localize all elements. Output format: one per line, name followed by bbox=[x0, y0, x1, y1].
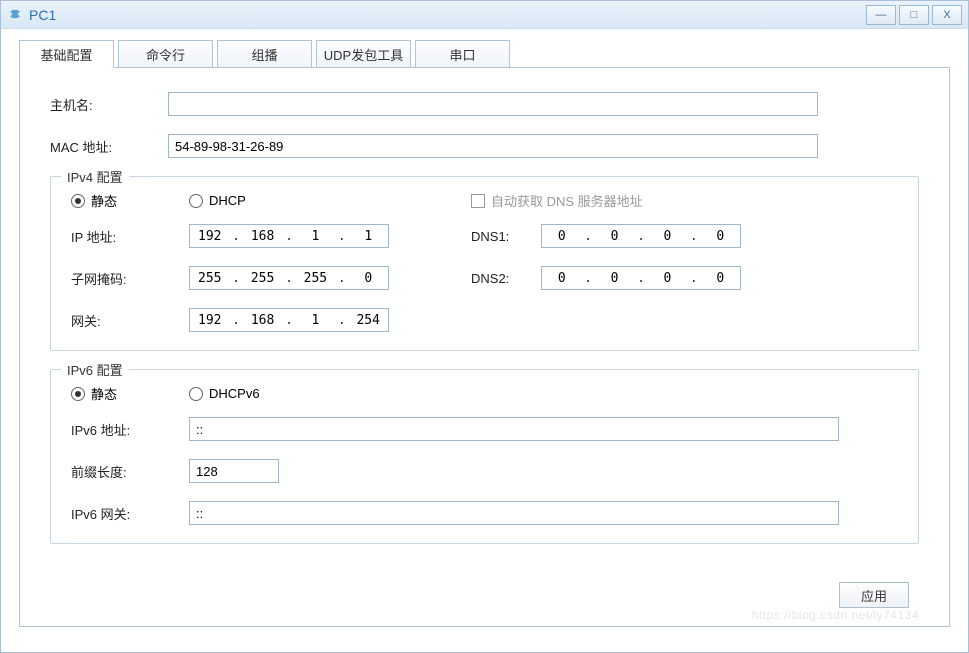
dns2-octet-1[interactable] bbox=[545, 271, 579, 286]
subnet-mask-input[interactable]: . . . bbox=[189, 266, 389, 290]
minimize-button[interactable]: — bbox=[866, 5, 896, 25]
tab-udp[interactable]: UDP发包工具 bbox=[316, 40, 411, 68]
ipv6-static-radio[interactable]: 静态 bbox=[71, 384, 189, 403]
ipv4-static-radio[interactable]: 静态 bbox=[71, 191, 189, 210]
window-title: PC1 bbox=[29, 7, 863, 23]
ipv4-right-col: DNS1: . . . DNS2: . bbox=[471, 224, 898, 336]
ipv4-grid: IP 地址: . . . 子网掩码: . bbox=[71, 224, 898, 336]
dns1-octet-1[interactable] bbox=[545, 229, 579, 244]
hostname-input[interactable] bbox=[168, 92, 818, 116]
tab-cmd[interactable]: 命令行 bbox=[118, 40, 213, 68]
mac-input[interactable] bbox=[168, 134, 818, 158]
gw-octet-4[interactable] bbox=[351, 313, 385, 328]
mac-row: MAC 地址: bbox=[50, 134, 919, 158]
dns1-octet-4[interactable] bbox=[703, 229, 737, 244]
hostname-row: 主机名: bbox=[50, 92, 919, 116]
close-button[interactable]: X bbox=[932, 5, 962, 25]
ipv4-dhcp-label: DHCP bbox=[209, 193, 246, 208]
gateway-input[interactable]: . . . bbox=[189, 308, 389, 332]
dns1-octet-2[interactable] bbox=[598, 229, 632, 244]
ip-address-input[interactable]: . . . bbox=[189, 224, 389, 248]
ip-octet-4[interactable] bbox=[351, 229, 385, 244]
ipv6-legend: IPv6 配置 bbox=[61, 360, 129, 379]
mask-octet-3[interactable] bbox=[298, 271, 332, 286]
mask-octet-2[interactable] bbox=[246, 271, 280, 286]
dns2-octet-3[interactable] bbox=[650, 271, 684, 286]
window-controls: — □ X bbox=[863, 5, 962, 25]
app-icon bbox=[7, 7, 23, 23]
mask-label: 子网掩码: bbox=[71, 269, 189, 288]
content-area: 基础配置 命令行 组播 UDP发包工具 串口 主机名: MAC 地址: IPv4… bbox=[1, 29, 968, 652]
tab-strip: 基础配置 命令行 组播 UDP发包工具 串口 bbox=[19, 39, 950, 67]
ipv4-fieldset: IPv4 配置 静态 DHCP 自动获取 DNS 服务器地址 bbox=[50, 176, 919, 351]
ipv4-legend: IPv4 配置 bbox=[61, 167, 129, 186]
auto-dns-checkbox[interactable]: 自动获取 DNS 服务器地址 bbox=[471, 191, 643, 210]
gateway-label: 网关: bbox=[71, 311, 189, 330]
ipv6-addr-label: IPv6 地址: bbox=[71, 420, 189, 439]
apply-button[interactable]: 应用 bbox=[839, 582, 909, 608]
tab-multicast[interactable]: 组播 bbox=[217, 40, 312, 68]
ipv4-mode-row: 静态 DHCP 自动获取 DNS 服务器地址 bbox=[71, 191, 898, 210]
basic-panel: 主机名: MAC 地址: IPv4 配置 静态 DHCP bbox=[19, 67, 950, 627]
ipv6-address-input[interactable] bbox=[189, 417, 839, 441]
radio-icon bbox=[189, 194, 203, 208]
titlebar: PC1 — □ X bbox=[1, 1, 968, 29]
hostname-label: 主机名: bbox=[50, 95, 168, 114]
ipv6-mode-row: 静态 DHCPv6 bbox=[71, 384, 898, 403]
mask-octet-1[interactable] bbox=[193, 271, 227, 286]
ipv4-left-col: IP 地址: . . . 子网掩码: . bbox=[71, 224, 471, 336]
dns2-label: DNS2: bbox=[471, 271, 541, 286]
dns1-octet-3[interactable] bbox=[650, 229, 684, 244]
radio-icon bbox=[71, 387, 85, 401]
app-window: PC1 — □ X 基础配置 命令行 组播 UDP发包工具 串口 主机名: MA… bbox=[0, 0, 969, 653]
dns2-input[interactable]: . . . bbox=[541, 266, 741, 290]
watermark-text: https://blog.csdn.net/ly74134 bbox=[752, 608, 919, 622]
dns1-input[interactable]: . . . bbox=[541, 224, 741, 248]
ipv6-prefix-input[interactable] bbox=[189, 459, 279, 483]
auto-dns-label: 自动获取 DNS 服务器地址 bbox=[491, 191, 643, 210]
ipv4-static-label: 静态 bbox=[91, 191, 117, 210]
gw-octet-1[interactable] bbox=[193, 313, 227, 328]
ip-octet-1[interactable] bbox=[193, 229, 227, 244]
dns1-label: DNS1: bbox=[471, 229, 541, 244]
tab-basic[interactable]: 基础配置 bbox=[19, 40, 114, 68]
ipv6-gateway-input[interactable] bbox=[189, 501, 839, 525]
ip-label: IP 地址: bbox=[71, 227, 189, 246]
ipv6-prefix-label: 前缀长度: bbox=[71, 462, 189, 481]
ipv6-static-label: 静态 bbox=[91, 384, 117, 403]
ipv4-dhcp-radio[interactable]: DHCP bbox=[189, 193, 471, 208]
radio-icon bbox=[189, 387, 203, 401]
ipv6-dhcp-label: DHCPv6 bbox=[209, 386, 260, 401]
gw-octet-3[interactable] bbox=[298, 313, 332, 328]
ip-octet-2[interactable] bbox=[246, 229, 280, 244]
dns2-octet-4[interactable] bbox=[703, 271, 737, 286]
radio-icon bbox=[71, 194, 85, 208]
ipv6-fieldset: IPv6 配置 静态 DHCPv6 IPv6 地址: 前 bbox=[50, 369, 919, 544]
maximize-button[interactable]: □ bbox=[899, 5, 929, 25]
checkbox-icon bbox=[471, 194, 485, 208]
ipv6-dhcp-radio[interactable]: DHCPv6 bbox=[189, 386, 260, 401]
tab-serial[interactable]: 串口 bbox=[415, 40, 510, 68]
mask-octet-4[interactable] bbox=[351, 271, 385, 286]
mac-label: MAC 地址: bbox=[50, 137, 168, 156]
dns2-octet-2[interactable] bbox=[598, 271, 632, 286]
gw-octet-2[interactable] bbox=[246, 313, 280, 328]
ip-octet-3[interactable] bbox=[298, 229, 332, 244]
ipv6-gw-label: IPv6 网关: bbox=[71, 504, 189, 523]
